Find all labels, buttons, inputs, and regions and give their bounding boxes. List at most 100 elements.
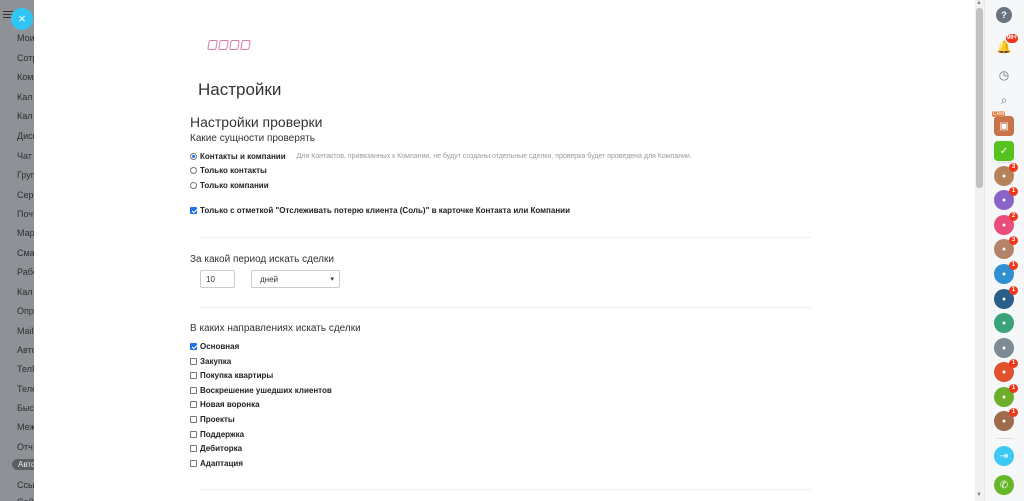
group-chat-icon-glyph: ● — [1001, 270, 1007, 278]
pipeline-option[interactable]: Основная — [190, 342, 239, 351]
contact-avatar[interactable]: ● 3 — [994, 163, 1018, 186]
contact-avatar-glyph: ● — [1001, 417, 1007, 425]
contact-avatar[interactable]: ● — [994, 313, 1014, 333]
contact-avatar-glyph: ● — [1001, 319, 1007, 327]
radio-button[interactable] — [190, 153, 197, 160]
counter-badge: 1 — [1009, 359, 1018, 368]
pipeline-option[interactable]: Проекты — [190, 415, 235, 424]
entity-hint: Для Контактов, привязанных к Компании, н… — [296, 153, 692, 160]
contact-avatar[interactable]: ● 1 — [994, 187, 1018, 210]
scroll-down-icon[interactable]: ▼ — [976, 492, 982, 498]
sidebar-item[interactable]: Отч — [17, 442, 33, 452]
group-chat-icon[interactable]: ● 3 — [994, 236, 1018, 259]
entity-option-contacts-only[interactable]: Только контакты — [190, 166, 267, 175]
sidebar-item[interactable]: Рабо — [17, 267, 34, 277]
radio-button[interactable] — [190, 182, 197, 189]
sidebar-item[interactable]: Сайт — [17, 497, 34, 501]
page-scrollbar[interactable]: ▲ ▼ — [975, 0, 984, 501]
search-icon[interactable]: ⌕ — [994, 90, 1014, 110]
pipeline-label: Воскрешение ушедших клиентов — [200, 385, 332, 395]
sidebar-item[interactable]: Мои — [17, 33, 34, 43]
sidebar-item[interactable]: Ссы — [17, 480, 34, 490]
salt-checkbox-row[interactable]: Только с отметкой "Отслеживать потерю кл… — [190, 206, 570, 215]
sidebar-item[interactable]: Меж — [17, 422, 34, 432]
checkbox[interactable] — [190, 459, 197, 467]
notifications-icon[interactable]: 🔔 99+ — [994, 34, 1018, 57]
checkbox[interactable] — [190, 401, 197, 409]
radio-button[interactable] — [190, 167, 197, 174]
group-chat-icon[interactable]: ● 1 — [994, 286, 1018, 309]
sidebar-item[interactable]: Авто — [17, 345, 34, 355]
sidebar-item[interactable]: Почт — [17, 209, 34, 219]
sidebar-item[interactable]: Авто — [12, 459, 34, 470]
sidebar-item[interactable]: Кал — [17, 287, 33, 297]
page-title: Настройки — [198, 80, 282, 99]
pipeline-option[interactable]: Покупка квартиры — [190, 371, 273, 380]
contact-avatar-glyph: ● — [1001, 368, 1007, 376]
tasks-icon-glyph: ✓ — [999, 145, 1009, 157]
entity-option-companies-only[interactable]: Только компании — [190, 181, 269, 190]
sidebar-item[interactable]: Опр — [17, 306, 34, 316]
checkbox[interactable] — [190, 445, 197, 453]
counter-badge: 1 — [1009, 286, 1018, 295]
checkbox[interactable] — [190, 386, 197, 394]
pipeline-label: Поддержка — [200, 429, 245, 439]
pipeline-option[interactable]: Воскрешение ушедших клиентов — [190, 386, 332, 395]
contact-avatar[interactable]: ● 1 — [994, 384, 1018, 407]
checkbox[interactable] — [190, 357, 197, 365]
checkbox[interactable] — [190, 207, 197, 214]
sidebar-item[interactable]: Кал — [17, 92, 33, 102]
sidebar-item[interactable]: Кал — [17, 111, 33, 121]
section-title: Настройки проверки — [190, 114, 323, 130]
contact-avatar-glyph: ● — [1001, 172, 1007, 180]
sidebar-item[interactable]: Сотр — [17, 53, 34, 63]
pipeline-label: Покупка квартиры — [200, 371, 274, 381]
counter-badge: 1 — [1009, 187, 1018, 196]
sidebar-item[interactable]: ТелР — [17, 364, 34, 374]
period-days-input[interactable]: 10 — [200, 270, 235, 288]
call-icon[interactable]: ✆ — [994, 475, 1014, 495]
contact-avatar[interactable]: ● 1 — [994, 359, 1018, 382]
group-chat-icon[interactable]: ● 2 — [994, 212, 1018, 235]
contact-avatar[interactable]: ● 1 — [994, 408, 1018, 431]
open-chat-icon[interactable]: ⇥ — [994, 446, 1014, 466]
entity-option-contacts-companies[interactable]: Контакты и компании Для Контактов, привя… — [190, 152, 692, 161]
checkbox[interactable] — [190, 416, 197, 423]
sidebar-item[interactable]: Смар — [17, 248, 34, 258]
checkbox[interactable] — [190, 343, 197, 350]
crm-icon[interactable]: ▣ CRM — [992, 111, 1014, 136]
scroll-thumb[interactable] — [976, 8, 983, 188]
pipeline-option[interactable]: Новая воронка — [190, 400, 260, 409]
sidebar-item[interactable]: Mail — [17, 326, 34, 336]
pipelines-label: В каких направлениях искать сделки — [190, 323, 361, 334]
help-icon[interactable]: ? — [996, 7, 1012, 23]
tasks-icon[interactable]: ✓ — [994, 141, 1014, 161]
settings-panel: Настройки Настройки проверки Какие сущно… — [34, 0, 975, 501]
pipeline-option[interactable]: Закупка — [190, 357, 231, 366]
sidebar-item[interactable]: Мар — [17, 228, 34, 238]
open-chat-icon-glyph: ⇥ — [999, 450, 1009, 462]
checkbox[interactable] — [190, 372, 197, 380]
checkbox[interactable] — [190, 430, 197, 438]
pipeline-option[interactable]: Поддержка — [190, 430, 244, 439]
chat-history-icon[interactable]: ◷ — [994, 65, 1014, 85]
contact-avatar-glyph: ● — [1001, 393, 1007, 401]
sidebar-item[interactable]: Чат — [17, 151, 32, 161]
pipeline-option[interactable]: Адаптация — [190, 459, 243, 468]
sidebar-item[interactable]: Теле — [17, 384, 34, 394]
sidebar-item[interactable]: Быст — [17, 403, 34, 413]
right-messenger-bar: ? 🔔 99+ ◷ ⌕ ▣ CRM ✓ ● 3 ● 1 ● 2 ● 3 ● 1 ● 1 ● ● ● 1 ● 1 ● 1 ⇥ ✆ — [984, 0, 1024, 501]
period-unit-select[interactable]: дней ▾ — [251, 270, 340, 288]
sidebar-item[interactable]: Серв — [17, 190, 34, 200]
counter-badge: 3 — [1009, 163, 1018, 172]
sidebar-item[interactable]: Диск — [17, 131, 34, 141]
divider — [199, 237, 811, 238]
group-chat-icon[interactable]: ● 1 — [994, 261, 1018, 284]
sidebar-item[interactable]: Ком — [17, 72, 33, 82]
scroll-up-icon[interactable]: ▲ — [976, 0, 982, 6]
pipeline-option[interactable]: Дебиторка — [190, 444, 242, 453]
crm-tag: CRM — [992, 111, 1006, 117]
sidebar-item[interactable]: Груп — [17, 170, 34, 180]
contact-avatar[interactable]: ● — [994, 338, 1014, 358]
close-button[interactable]: × — [11, 8, 33, 30]
